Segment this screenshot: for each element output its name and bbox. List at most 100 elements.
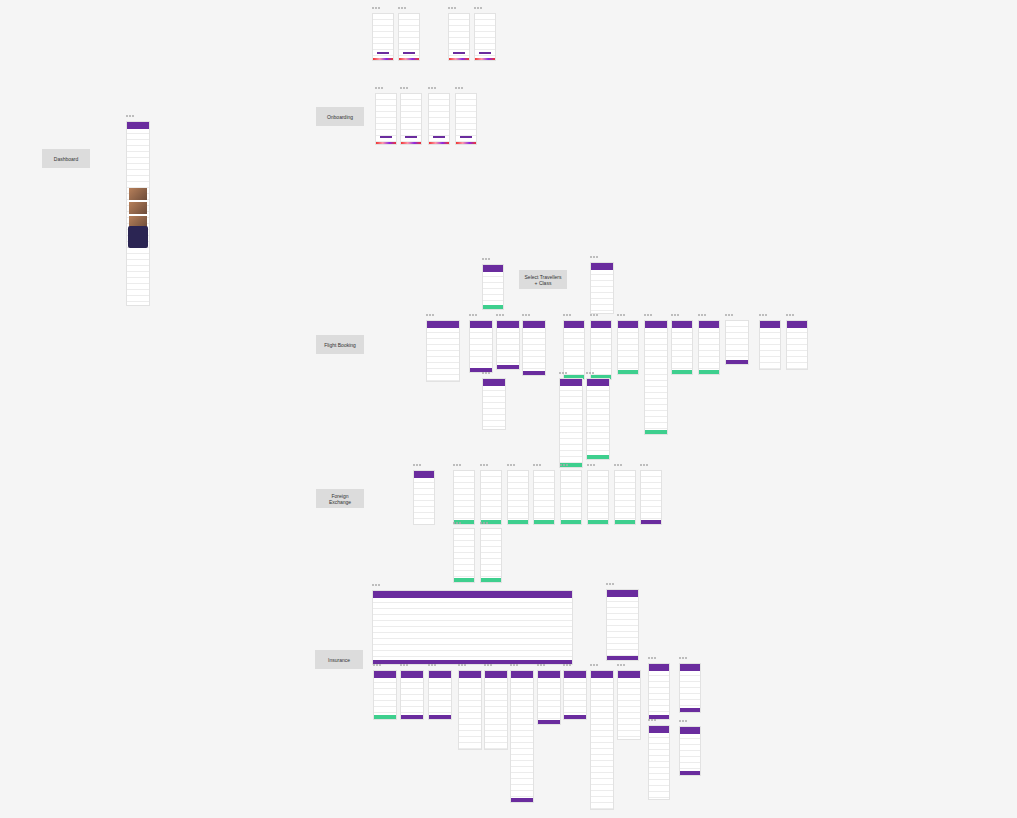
frame-menu-icon[interactable]	[400, 87, 408, 89]
frame-menu-icon[interactable]	[614, 464, 622, 466]
frame-menu-icon[interactable]	[126, 115, 134, 117]
screen-frame[interactable]	[480, 470, 502, 525]
screen-frame[interactable]	[398, 13, 420, 61]
screen-frame[interactable]	[563, 670, 587, 720]
screen-button[interactable]	[454, 578, 474, 582]
frame-menu-icon[interactable]	[448, 7, 456, 9]
frame-menu-icon[interactable]	[372, 584, 380, 586]
screen-frame[interactable]	[480, 528, 502, 583]
frame-menu-icon[interactable]	[586, 372, 594, 374]
screen-frame[interactable]	[496, 320, 520, 370]
frame-menu-icon[interactable]	[413, 464, 421, 466]
frame-menu-icon[interactable]	[698, 314, 706, 316]
frame-menu-icon[interactable]	[474, 7, 482, 9]
frame-menu-icon[interactable]	[507, 464, 515, 466]
frame-menu-icon[interactable]	[679, 657, 687, 659]
screen-frame[interactable]	[400, 93, 422, 145]
screen-frame[interactable]	[428, 670, 452, 720]
screen-frame[interactable]	[648, 663, 670, 720]
screen-frame[interactable]	[563, 320, 585, 380]
screen-frame[interactable]	[428, 93, 450, 145]
frame-menu-icon[interactable]	[617, 314, 625, 316]
screen-frame[interactable]	[474, 13, 496, 61]
frame-menu-icon[interactable]	[759, 314, 767, 316]
frame-menu-icon[interactable]	[648, 657, 656, 659]
frame-menu-icon[interactable]	[606, 583, 614, 585]
frame-menu-icon[interactable]	[496, 314, 504, 316]
frame-menu-icon[interactable]	[375, 87, 383, 89]
screen-frame[interactable]	[126, 121, 150, 306]
screen-button[interactable]	[401, 715, 423, 719]
screen-button[interactable]	[641, 520, 661, 524]
screen-button[interactable]	[588, 520, 608, 524]
screen-button[interactable]	[672, 370, 692, 374]
frame-menu-icon[interactable]	[482, 372, 490, 374]
frame-menu-icon[interactable]	[522, 314, 530, 316]
frame-menu-icon[interactable]	[590, 256, 598, 258]
frame-menu-icon[interactable]	[644, 314, 652, 316]
screen-button[interactable]	[534, 520, 554, 524]
screen-frame[interactable]	[482, 378, 506, 430]
screen-frame[interactable]	[537, 670, 561, 725]
screen-button[interactable]	[453, 52, 465, 54]
screen-frame[interactable]	[590, 320, 612, 380]
screen-button[interactable]	[479, 52, 491, 54]
screen-frame[interactable]	[510, 670, 534, 803]
screen-frame[interactable]	[455, 93, 477, 145]
frame-menu-icon[interactable]	[398, 7, 406, 9]
frame-menu-icon[interactable]	[537, 664, 545, 666]
screen-button[interactable]	[561, 520, 581, 524]
frame-menu-icon[interactable]	[671, 314, 679, 316]
screen-frame[interactable]	[453, 470, 475, 525]
frame-menu-icon[interactable]	[453, 522, 461, 524]
screen-frame[interactable]	[559, 378, 583, 468]
frame-menu-icon[interactable]	[679, 720, 687, 722]
screen-button[interactable]	[380, 136, 392, 138]
frame-menu-icon[interactable]	[560, 464, 568, 466]
screen-button[interactable]	[564, 715, 586, 719]
screen-frame[interactable]	[469, 320, 493, 373]
frame-menu-icon[interactable]	[590, 664, 598, 666]
screen-frame[interactable]	[648, 725, 670, 800]
frame-menu-icon[interactable]	[480, 522, 488, 524]
frame-menu-icon[interactable]	[563, 664, 571, 666]
frame-menu-icon[interactable]	[563, 314, 571, 316]
frame-menu-icon[interactable]	[786, 314, 794, 316]
screen-button[interactable]	[615, 520, 635, 524]
screen-frame[interactable]	[725, 320, 749, 365]
screen-button[interactable]	[680, 708, 700, 712]
frame-menu-icon[interactable]	[480, 464, 488, 466]
screen-frame[interactable]	[507, 470, 529, 525]
screen-frame[interactable]	[426, 320, 460, 382]
frame-menu-icon[interactable]	[640, 464, 648, 466]
screen-frame[interactable]	[453, 528, 475, 583]
screen-frame[interactable]	[679, 663, 701, 713]
screen-frame[interactable]	[640, 470, 662, 525]
frame-menu-icon[interactable]	[725, 314, 733, 316]
screen-frame[interactable]	[375, 93, 397, 145]
screen-frame[interactable]	[606, 589, 639, 661]
screen-button[interactable]	[374, 715, 396, 719]
frame-menu-icon[interactable]	[428, 87, 436, 89]
screen-button[interactable]	[511, 798, 533, 802]
screen-frame[interactable]	[587, 470, 609, 525]
screen-button[interactable]	[607, 656, 638, 660]
frame-menu-icon[interactable]	[455, 87, 463, 89]
screen-button[interactable]	[433, 136, 445, 138]
screen-frame[interactable]	[759, 320, 781, 370]
screen-button[interactable]	[405, 136, 417, 138]
screen-button[interactable]	[587, 455, 609, 459]
screen-button[interactable]	[618, 370, 638, 374]
screen-button[interactable]	[377, 52, 389, 54]
section-label[interactable]: Onboarding	[316, 107, 364, 126]
frame-menu-icon[interactable]	[482, 258, 490, 260]
screen-frame[interactable]	[458, 670, 482, 750]
screen-frame[interactable]	[533, 470, 555, 525]
screen-frame[interactable]	[484, 670, 508, 750]
section-label[interactable]: Flight Booking	[316, 335, 364, 354]
screen-button[interactable]	[481, 578, 501, 582]
screen-frame[interactable]	[614, 470, 636, 525]
frame-menu-icon[interactable]	[617, 664, 625, 666]
screen-button[interactable]	[429, 715, 451, 719]
screen-button[interactable]	[699, 370, 719, 374]
